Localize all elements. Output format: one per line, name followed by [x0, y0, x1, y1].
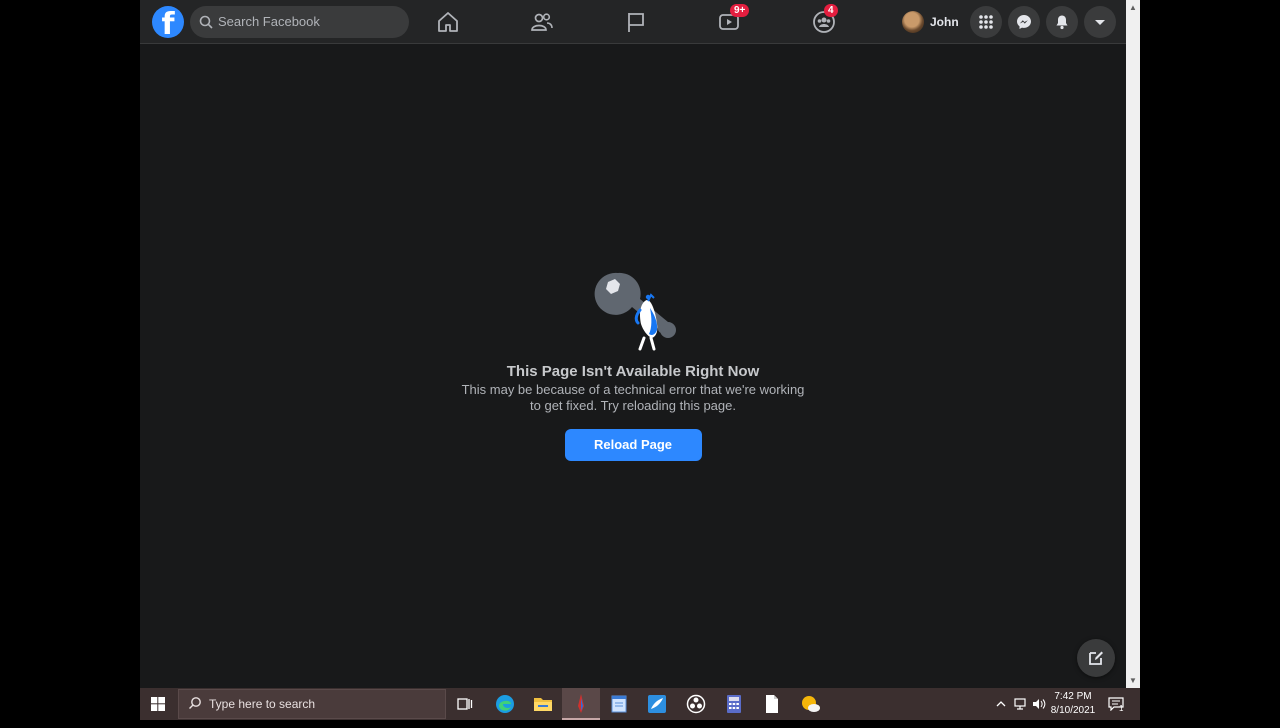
network-tray-button[interactable] — [1014, 688, 1028, 720]
weather-sun-cloud-icon — [802, 696, 820, 712]
error-panel: This Page Isn't Available Right Now This… — [140, 270, 1126, 461]
clock-time: 7:42 PM — [1054, 691, 1092, 702]
task-view-button[interactable] — [453, 692, 477, 716]
clock-date: 8/10/2021 — [1050, 705, 1096, 716]
friends-tab[interactable] — [528, 8, 556, 36]
search-input[interactable]: Search Facebook — [190, 6, 409, 38]
windows-logo-icon — [151, 697, 165, 711]
new-message-button[interactable] — [1077, 639, 1115, 677]
paint-icon — [648, 695, 666, 713]
error-description-line-2: to get fixed. Try reloading this page. — [530, 398, 736, 413]
blank-file-icon — [766, 695, 778, 713]
bell-icon — [1056, 15, 1068, 30]
windows-taskbar: Type here to search 7:42 PM 8/10/2021 1 — [140, 688, 1140, 720]
action-center-button[interactable]: 1 — [1108, 688, 1124, 720]
calculator-taskbar-button[interactable] — [722, 692, 746, 716]
task-view-icon — [457, 698, 473, 710]
chevron-up-icon — [996, 701, 1006, 707]
search-icon — [188, 690, 202, 728]
volume-tray-button[interactable] — [1032, 688, 1046, 720]
messenger-button[interactable] — [1008, 6, 1040, 38]
document-window-icon — [611, 695, 627, 713]
scroll-down-arrow-icon[interactable]: ▼ — [1129, 676, 1137, 685]
speaker-icon — [1033, 699, 1046, 709]
edge-taskbar-button[interactable] — [493, 692, 517, 716]
weather-taskbar-button[interactable] — [799, 692, 823, 716]
messenger-icon — [1017, 15, 1031, 29]
edge-icon — [496, 695, 514, 713]
taskbar-search-input[interactable]: Type here to search — [178, 689, 446, 719]
caret-down-icon — [1095, 20, 1105, 25]
error-description-line-1: This may be because of a technical error… — [461, 382, 805, 397]
paint-taskbar-button[interactable] — [645, 692, 669, 716]
account-button[interactable] — [1084, 6, 1116, 38]
wrench-illustration-icon — [594, 272, 676, 351]
calculator-icon — [727, 695, 741, 713]
active-app-taskbar-button[interactable] — [569, 692, 593, 716]
show-hidden-icons-button[interactable] — [996, 688, 1006, 720]
vertical-scrollbar[interactable]: ▲ ▼ — [1126, 0, 1140, 688]
start-button[interactable] — [140, 688, 176, 720]
facebook-top-bar: f Search Facebook 9+ 4 John — [140, 0, 1126, 44]
groups-tab[interactable]: 4 — [810, 4, 838, 36]
network-icon — [1014, 698, 1026, 710]
pen-app-icon — [578, 694, 584, 713]
reload-page-button[interactable]: Reload Page — [564, 429, 702, 461]
menu-button[interactable] — [970, 6, 1002, 38]
error-description: This may be because of a technical error… — [453, 382, 813, 414]
notifications-button[interactable] — [1046, 6, 1078, 38]
taskbar-search-placeholder: Type here to search — [209, 697, 316, 711]
search-icon — [199, 6, 213, 50]
notification-count: 1 — [1119, 703, 1124, 713]
taskbar-clock[interactable]: 7:42 PM 8/10/2021 — [1048, 690, 1098, 718]
flag-icon — [628, 13, 644, 32]
watch-tab[interactable]: 9+ — [716, 4, 750, 36]
browser-viewport: f Search Facebook 9+ 4 John ▲ ▼ This Pag… — [140, 0, 1140, 688]
obs-taskbar-button[interactable] — [684, 692, 708, 716]
avatar — [902, 11, 924, 33]
grid-menu-icon — [979, 15, 993, 29]
search-placeholder: Search Facebook — [218, 14, 320, 29]
home-tab[interactable] — [434, 8, 462, 36]
friends-icon — [531, 13, 553, 31]
watch-badge: 9+ — [730, 4, 750, 17]
error-title: This Page Isn't Available Right Now — [506, 363, 760, 380]
pages-tab[interactable] — [622, 8, 650, 36]
file-taskbar-button[interactable] — [760, 692, 784, 716]
profile-button[interactable]: John — [902, 9, 959, 35]
folder-icon — [534, 698, 552, 711]
obs-icon — [686, 694, 706, 714]
scroll-up-arrow-icon[interactable]: ▲ — [1129, 3, 1137, 12]
facebook-logo[interactable]: f — [152, 6, 184, 38]
home-icon — [438, 12, 458, 32]
file-explorer-taskbar-button[interactable] — [531, 692, 555, 716]
profile-name: John — [930, 15, 959, 29]
groups-badge: 4 — [824, 4, 838, 17]
notepad-taskbar-button[interactable] — [607, 692, 631, 716]
compose-icon — [1089, 651, 1103, 665]
